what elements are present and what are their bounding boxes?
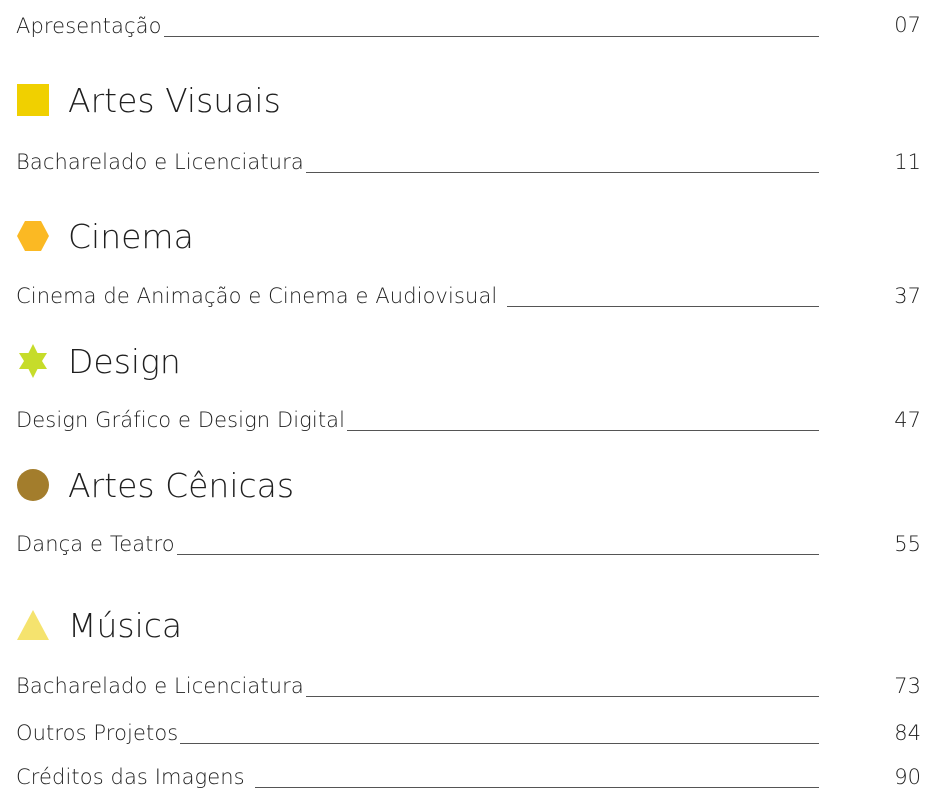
section-title: Design [68, 341, 181, 381]
toc-page-number: 73 [894, 674, 921, 698]
section-heading-musica: Música [16, 605, 182, 645]
toc-page-number: 37 [894, 284, 921, 308]
dot-leader [305, 696, 819, 697]
toc-entry-outros-projetos[interactable]: Outros Projetos [16, 716, 819, 746]
section-heading-design: Design [16, 341, 181, 381]
toc-page-number: 47 [894, 408, 921, 432]
toc-entry-danca-teatro[interactable]: Dança e Teatro [16, 527, 819, 557]
star-icon [16, 344, 50, 378]
toc-entry-apresentacao[interactable]: Apresentação [16, 9, 819, 39]
section-title: Artes Visuais [68, 80, 281, 120]
table-of-contents: Apresentação 07 Artes Visuais Bacharelad… [0, 0, 927, 803]
toc-page-number: 90 [894, 765, 921, 789]
section-heading-artes-visuais: Artes Visuais [16, 80, 281, 120]
toc-page-number: 11 [894, 150, 921, 174]
dot-leader [347, 430, 819, 431]
dot-leader [305, 172, 819, 173]
toc-entry-label: Bacharelado e Licenciatura [16, 150, 304, 174]
toc-entry-label: Dança e Teatro [16, 532, 175, 556]
toc-entry-label: Bacharelado e Licenciatura [16, 674, 304, 698]
section-heading-artes-cenicas: Artes Cênicas [16, 465, 294, 505]
toc-entry-creditos[interactable]: Créditos das Imagens [16, 760, 819, 790]
toc-page-number: 55 [894, 532, 921, 556]
dot-leader [176, 554, 819, 555]
section-heading-cinema: Cinema [16, 216, 194, 256]
square-icon [16, 83, 50, 117]
toc-entry-cinema-animacao[interactable]: Cinema de Animação e Cinema e Audiovisua… [16, 279, 819, 309]
toc-page-number: 84 [894, 721, 921, 745]
toc-entry-label: Cinema de Animação e Cinema e Audiovisua… [16, 284, 498, 308]
toc-entry-label: Apresentação [16, 14, 162, 38]
dot-leader [254, 787, 819, 788]
toc-entry-label: Créditos das Imagens [16, 765, 245, 789]
hexagon-icon [16, 219, 50, 253]
toc-entry-artes-visuais-bacharelado[interactable]: Bacharelado e Licenciatura [16, 145, 819, 175]
section-title: Artes Cênicas [68, 465, 295, 505]
toc-entry-label: Design Gráfico e Design Digital [16, 408, 346, 432]
dot-leader [180, 743, 819, 744]
circle-icon [16, 468, 50, 502]
dot-leader [507, 306, 819, 307]
section-title: Cinema [68, 216, 194, 256]
toc-page-number: 07 [894, 13, 921, 37]
section-title: Música [68, 605, 183, 645]
toc-entry-musica-bacharelado[interactable]: Bacharelado e Licenciatura [16, 669, 819, 699]
toc-entry-label: Outros Projetos [16, 721, 179, 745]
toc-entry-design-grafico[interactable]: Design Gráfico e Design Digital [16, 403, 819, 433]
triangle-icon [16, 608, 50, 642]
dot-leader [163, 36, 819, 37]
